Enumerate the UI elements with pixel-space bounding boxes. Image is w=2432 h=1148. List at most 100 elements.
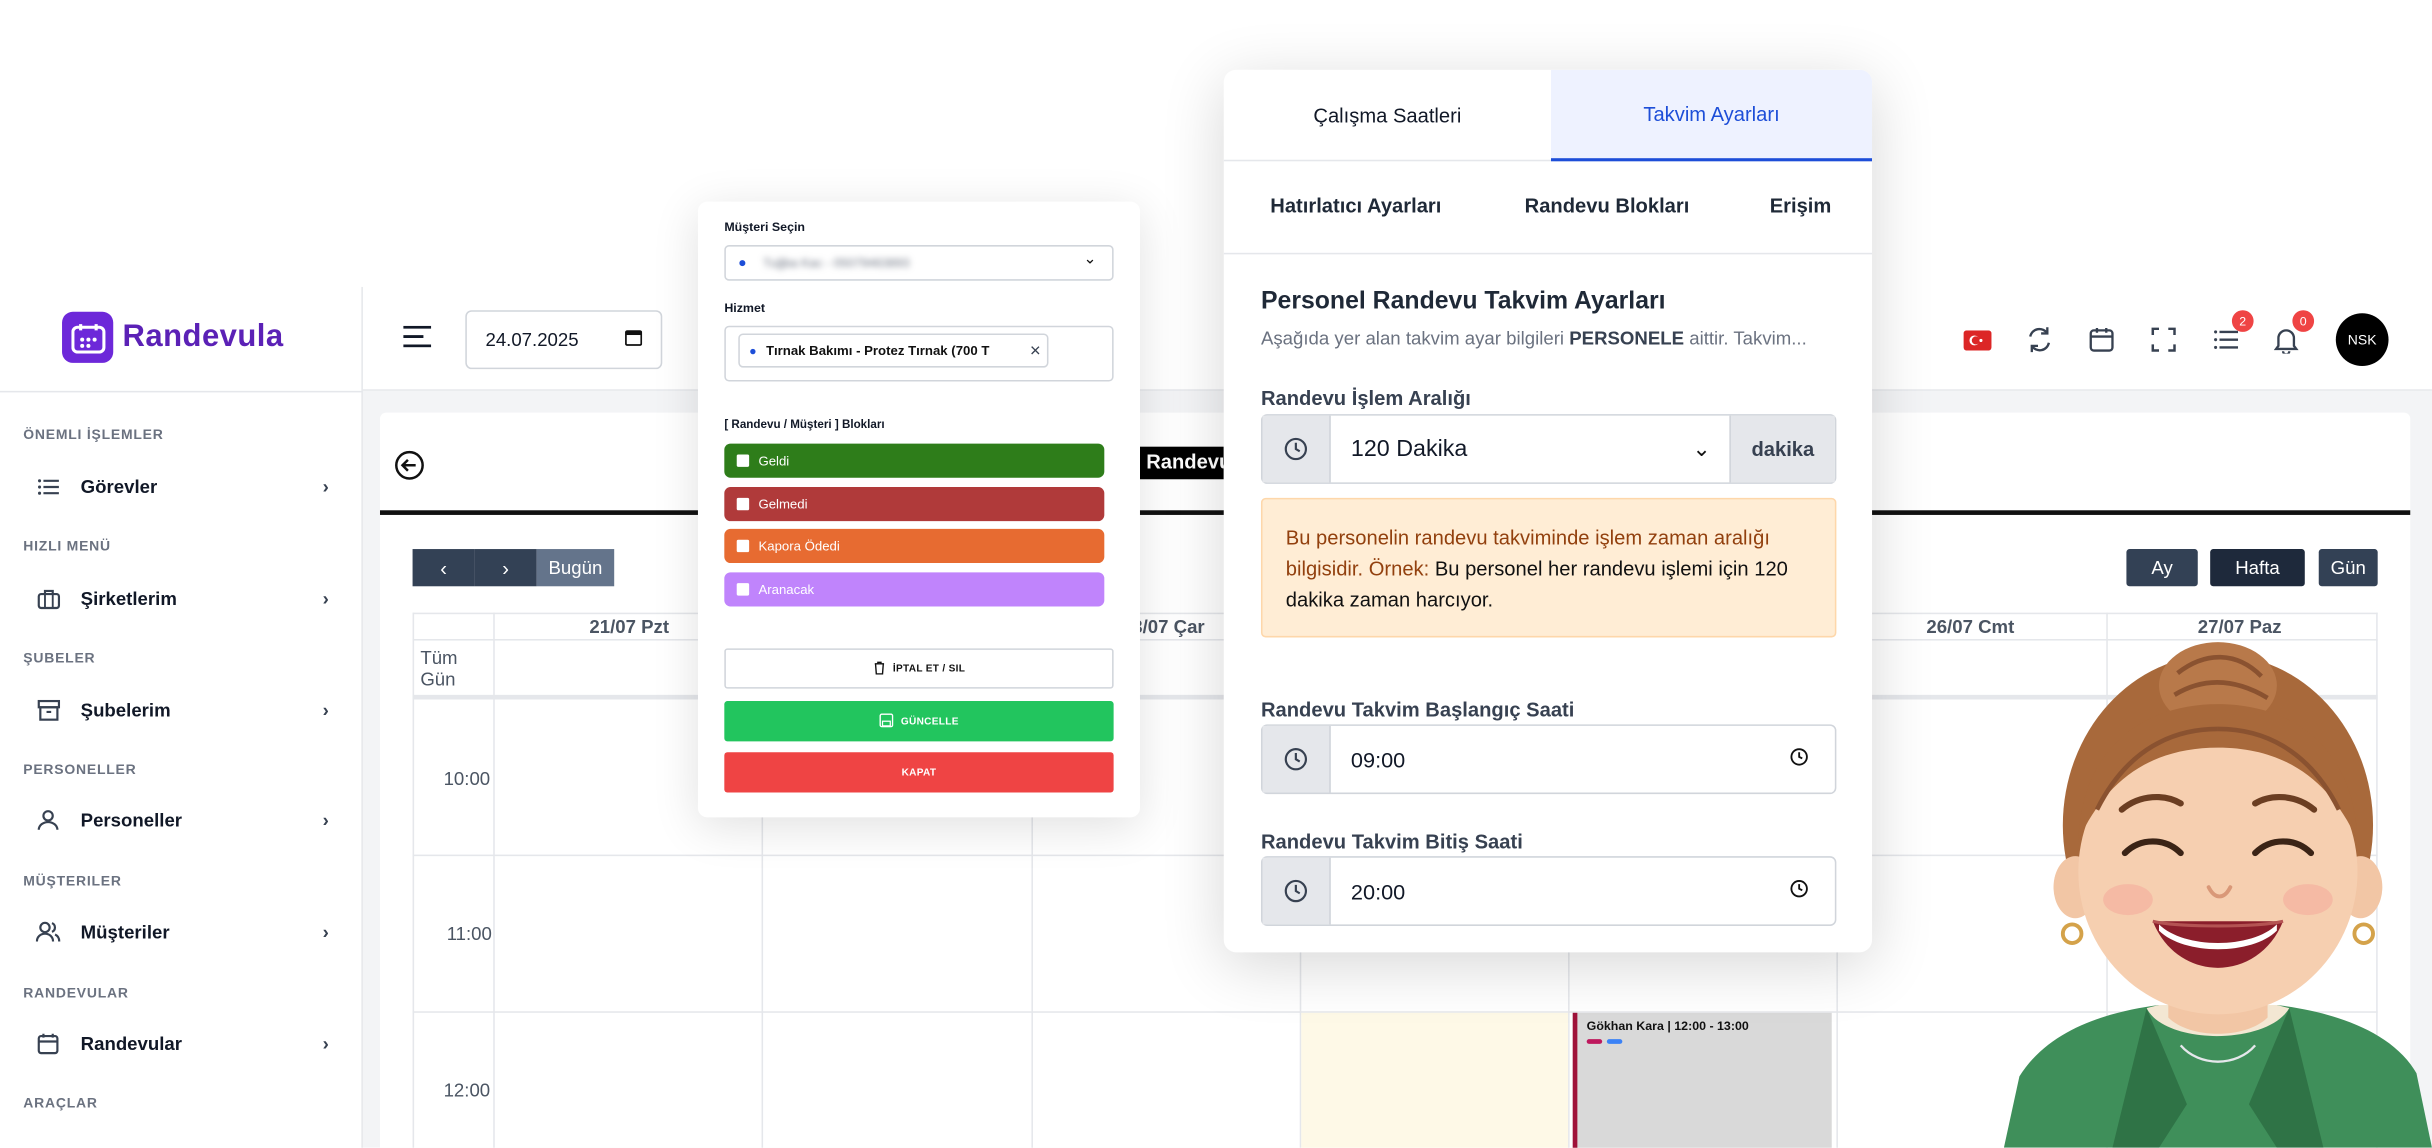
sidebar-item-label: Görevler [80, 476, 158, 498]
prev-button[interactable]: ‹ [412, 549, 475, 587]
sidebar-item-subelerim[interactable]: Şubelerim › [34, 690, 329, 730]
remove-chip-icon[interactable]: × [1030, 340, 1041, 362]
smiling-character-illustration [2003, 639, 2432, 1148]
customer-value: Tuğba Kac - 05079463893 [763, 255, 910, 270]
next-button[interactable]: › [474, 549, 537, 587]
close-button[interactable]: KAPAT [724, 752, 1114, 793]
block-label: Gelmedi [758, 496, 808, 512]
block-option-gelmedi[interactable]: Gelmedi [724, 487, 1105, 522]
section-title: HIZLI MENÜ [23, 538, 111, 554]
time-label: 10:00 [443, 767, 491, 790]
bell-icon[interactable]: 0 [2271, 310, 2315, 355]
customer-select[interactable]: ● Tuğba Kac - 05079463893 ⌄ [724, 245, 1114, 281]
end-time-group[interactable]: 20:00 [1260, 856, 1837, 926]
cancel-delete-button[interactable]: İPTAL ET / SIL [724, 648, 1114, 689]
day-header: 21/07 Pzt [589, 615, 670, 638]
block-option-aranacak[interactable]: Aranacak [724, 572, 1105, 607]
time-label: 11:00 [446, 922, 492, 945]
sidebar-item-personeller[interactable]: Personeller › [34, 800, 329, 840]
trash-icon [873, 660, 885, 677]
checkbox[interactable] [736, 497, 750, 511]
bullet-icon: ● [749, 343, 757, 358]
subtab-blocks[interactable]: Randevu Blokları [1525, 194, 1690, 217]
menu-toggle-icon[interactable] [403, 325, 432, 355]
sidebar-item-randevular[interactable]: Randevular › [34, 1024, 329, 1064]
tasks-badge: 2 [2231, 310, 2254, 332]
brand-logo[interactable]: Randevula [62, 311, 284, 363]
notification-badge: 0 [2292, 310, 2315, 332]
section-title: ÖNEMLI İŞLEMLER [23, 426, 164, 443]
calendar-icon[interactable] [2086, 324, 2117, 355]
fullscreen-icon[interactable] [2148, 324, 2179, 355]
section-title: PERSONELLER [23, 761, 137, 778]
checkbox[interactable] [736, 539, 750, 553]
chevron-right-icon: › [322, 921, 329, 944]
briefcase-icon [34, 585, 62, 613]
view-day-button[interactable]: Gün [2318, 549, 2378, 587]
checkbox[interactable] [736, 454, 750, 467]
cancel-delete-label: İPTAL ET / SIL [892, 663, 966, 674]
start-time-label: Randevu Takvim Başlangıç Saati [1260, 697, 1575, 722]
turkish-flag-icon[interactable] [1962, 324, 1993, 355]
today-button[interactable]: Bugün [536, 549, 615, 587]
view-week-button[interactable]: Hafta [2210, 549, 2305, 587]
start-time-group[interactable]: 09:00 [1260, 724, 1837, 795]
calendar-picker-icon[interactable] [624, 329, 643, 351]
subtab-reminders[interactable]: Hatırlatıcı Ayarları [1270, 194, 1441, 217]
subtab-access[interactable]: Erişim [1770, 194, 1832, 217]
time-picker-icon[interactable] [1790, 877, 1809, 905]
service-select[interactable]: ● Tırnak Bakımı - Protez Tırnak (700 T × [724, 325, 1114, 382]
block-option-geldi[interactable]: Geldi [724, 443, 1105, 478]
tasks-icon[interactable]: 2 [2210, 310, 2254, 355]
interval-select-group[interactable]: 120 Dakika ⌄ dakika [1260, 414, 1837, 484]
appointment-popup: Müşteri Seçin ● Tuğba Kac - 05079463893 … [697, 201, 1140, 818]
all-day-label: Tüm Gün [420, 646, 458, 691]
info-alert: Bu personelin randevu takviminde işlem z… [1260, 497, 1837, 638]
checkbox[interactable] [736, 583, 750, 596]
block-option-kapora[interactable]: Kapora Ödedi [724, 528, 1105, 564]
sidebar-item-label: Şubelerim [80, 699, 171, 722]
avatar[interactable]: NSK [2335, 313, 2389, 367]
appointment-event[interactable]: Gökhan Kara | 12:00 - 13:00 [1572, 1012, 1832, 1148]
chevron-down-icon: ⌄ [1692, 435, 1711, 461]
service-value: Tırnak Bakımı - Protez Tırnak (700 T [765, 342, 990, 359]
block-label: Geldi [758, 452, 790, 469]
day-header: 3/07 Çar [1132, 615, 1205, 638]
user-icon [34, 807, 62, 835]
tab-working-hours[interactable]: Çalışma Saatleri [1223, 70, 1551, 162]
view-month-button[interactable]: Ay [2126, 549, 2198, 587]
calendar-logo-icon [62, 311, 114, 363]
day-header: 27/07 Paz [2197, 615, 2282, 638]
sidebar-item-musteriler[interactable]: Müşteriler › [34, 912, 329, 952]
date-value: 24.07.2025 [485, 328, 579, 351]
update-label: GÜNCELLE [900, 715, 959, 727]
tab-calendar-settings[interactable]: Takvim Ayarları [1551, 69, 1873, 162]
users-icon [34, 918, 62, 946]
update-button[interactable]: GÜNCELLE [724, 701, 1114, 742]
date-input[interactable]: 24.07.2025 [465, 310, 663, 370]
sidebar-item-gorevler[interactable]: Görevler › [34, 467, 329, 507]
clock-icon [1262, 725, 1331, 793]
save-icon [879, 712, 894, 730]
service-chip[interactable]: ● Tırnak Bakımı - Protez Tırnak (700 T × [738, 333, 1049, 368]
section-title: ŞUBELER [23, 649, 96, 666]
chevron-right-icon: › [322, 699, 329, 722]
refresh-icon[interactable] [2024, 324, 2055, 355]
end-time-label: Randevu Takvim Bitiş Saati [1260, 829, 1523, 854]
panel-title: Personel Randevu Takvim Ayarları [1260, 288, 1666, 315]
back-arrow-icon[interactable] [394, 450, 425, 489]
section-title: ARAÇLAR [23, 1095, 98, 1111]
calendar-settings-panel: Çalışma Saatleri Takvim Ayarları Hatırla… [1223, 69, 1873, 953]
calendar-nav: ‹ › Bugün [412, 549, 615, 587]
chevron-left-icon: ‹ [440, 556, 447, 580]
app-screen: Randevula ÖNEMLI İŞLEMLER Görevler › HIZ… [0, 0, 2432, 1148]
time-picker-icon[interactable] [1790, 745, 1809, 773]
customer-label: Müşteri Seçin [724, 220, 805, 235]
blocks-label: [ Randevu / Müşteri ] Blokları [724, 417, 885, 432]
block-label: Aranacak [758, 581, 815, 598]
chevron-right-icon: › [322, 587, 329, 610]
sidebar-item-label: Müşteriler [80, 921, 170, 944]
sidebar-item-sirketlerim[interactable]: Şirketlerim › [34, 579, 329, 619]
chevron-right-icon: › [322, 809, 329, 832]
event-tag [1586, 1039, 1603, 1044]
